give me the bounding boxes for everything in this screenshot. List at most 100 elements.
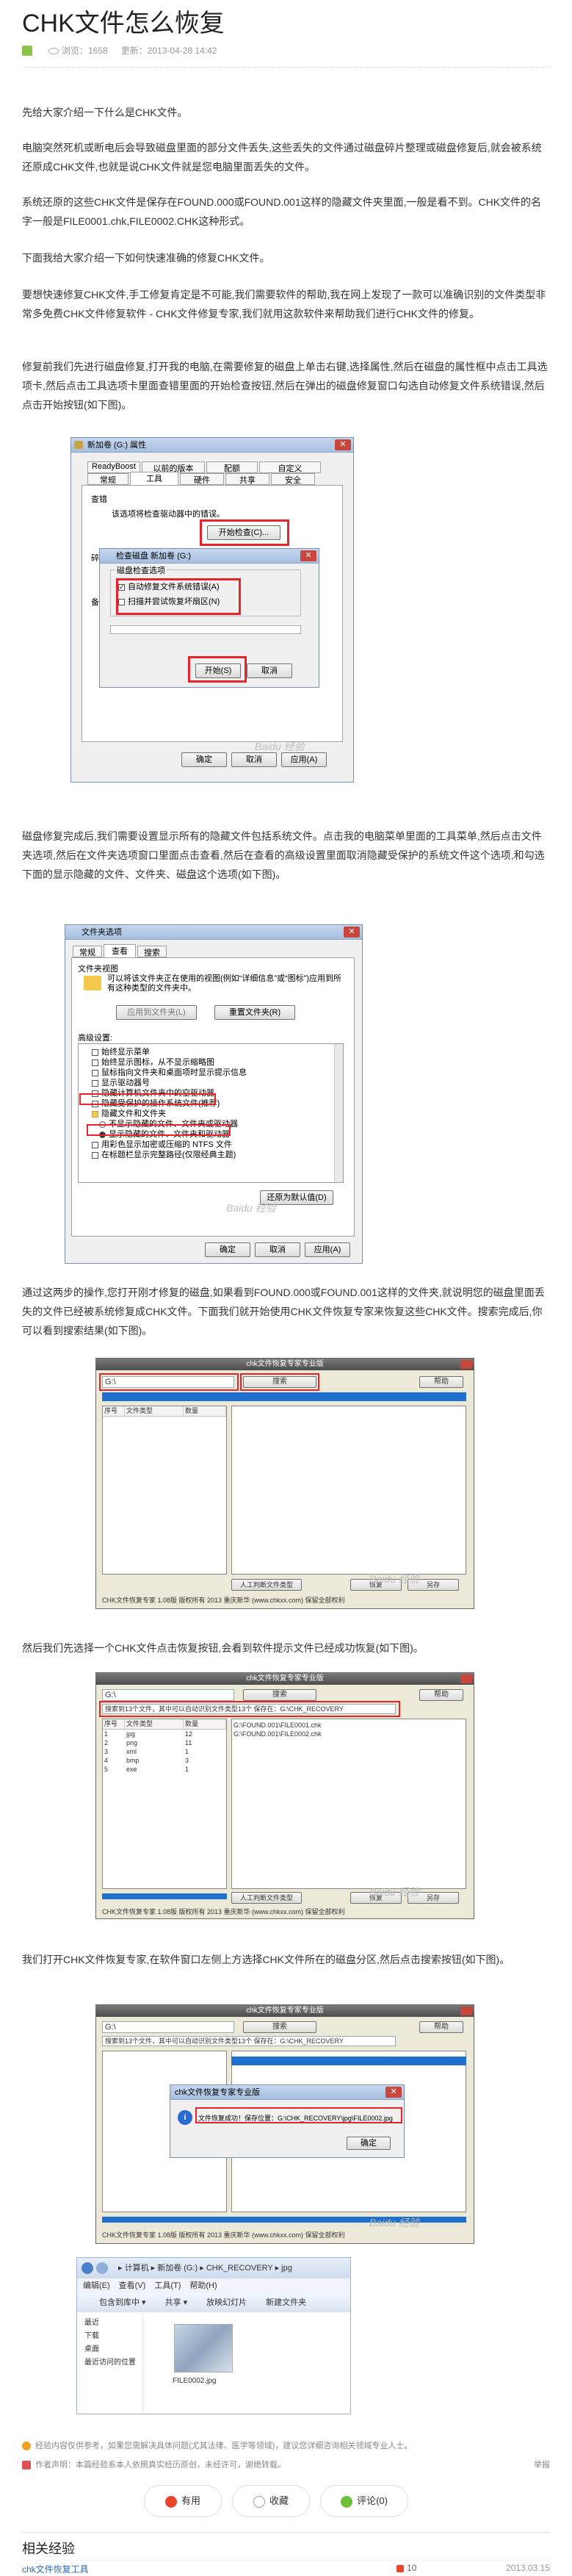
path-breadcrumb[interactable]: ▸ 计算机 ▸ 新加卷 (G:) ▸ CHK_RECOVERY ▸ jpg xyxy=(118,2264,292,2273)
nav-item[interactable]: 最近访问的位置 xyxy=(84,2356,142,2370)
drive-select[interactable]: G:\ xyxy=(102,2021,234,2033)
tab-security[interactable]: 安全 xyxy=(271,473,315,485)
table-row[interactable]: 1 jpg 12 xyxy=(103,1730,226,1738)
file-list[interactable] xyxy=(231,1406,466,1575)
table-cell: jpg xyxy=(126,1730,136,1738)
ok-button[interactable]: 确定 xyxy=(347,2137,391,2150)
setting-item[interactable]: 隐藏文件和文件夹 xyxy=(92,1109,247,1119)
file-type-table[interactable]: 序号 文件类型 数量 xyxy=(102,1406,227,1575)
tab-tools[interactable]: 工具 xyxy=(130,472,178,485)
options-highlight-box xyxy=(116,578,241,615)
table-cell: 2 xyxy=(104,1739,109,1746)
close-icon[interactable]: ✕ xyxy=(344,927,360,938)
collect-button[interactable]: 收藏 xyxy=(232,2485,310,2517)
comment-icon xyxy=(341,2495,353,2508)
chk-tool-search-screenshot: chk文件恢复专家专业版 G:\ 搜索 帮助 序号 文件类型 数量 人工判断文件类型… xyxy=(95,1358,474,1609)
tab-sharing[interactable]: 共享 xyxy=(225,473,269,485)
menu-edit[interactable]: 编辑(E) xyxy=(83,2278,110,2293)
window-titlebar: 文件夹选项 ✕ xyxy=(65,925,362,940)
cancel-button-2[interactable]: 取消 xyxy=(231,752,277,767)
setting-item[interactable]: 鼠标指向文件夹和桌面项时显示提示信息 xyxy=(92,1068,247,1078)
file-type-table[interactable]: 序号 文件类型 数量 1 jpg 12 2 png 11 3 xml 1 4 bmp 3 5 exe 1 xyxy=(102,1719,227,1889)
manual-type-button[interactable]: 人工判断文件类型 xyxy=(231,1579,302,1591)
help-button[interactable]: 帮助 xyxy=(419,1689,463,1701)
close-icon[interactable] xyxy=(460,1674,472,1683)
setting-item[interactable]: 用彩色显示加密或压缩的 NTFS 文件 xyxy=(92,1140,247,1150)
setting-item[interactable]: 在标题栏显示完整路径(仅限经典主题) xyxy=(92,1150,247,1160)
menu-view[interactable]: 查看(V) xyxy=(119,2278,146,2293)
search-button[interactable]: 搜索 xyxy=(243,1689,316,1701)
image-thumbnail[interactable] xyxy=(174,2324,233,2372)
checkbox-icon xyxy=(92,1069,98,1076)
tab-customize[interactable]: 自定义 xyxy=(259,461,321,473)
ok-button[interactable]: 确定 xyxy=(181,752,227,767)
include-in-library-button[interactable]: 包含到库中 ▾ xyxy=(99,2293,146,2312)
tab-general[interactable]: 常规 xyxy=(73,946,102,957)
search-button[interactable]: 搜索 xyxy=(243,2021,316,2033)
setting-item[interactable]: 始终显示菜单 xyxy=(92,1047,247,1057)
tab-quota[interactable]: 配额 xyxy=(206,461,258,473)
table-row[interactable]: 4 bmp 3 xyxy=(103,1756,226,1765)
report-link[interactable]: 举报 xyxy=(534,2458,550,2470)
close-icon[interactable]: ✕ xyxy=(335,439,351,450)
setting-item[interactable]: 显示驱动器号 xyxy=(92,1078,247,1088)
cancel-button[interactable]: 取消 xyxy=(255,1242,300,1257)
nav-item[interactable]: 最近 xyxy=(84,2317,142,2330)
apply-button[interactable]: 应用(A) xyxy=(281,752,327,767)
folder-views-label: 文件夹视图 xyxy=(78,965,118,974)
folder-small-icon xyxy=(92,1110,98,1118)
nav-item[interactable]: 桌面 xyxy=(84,2343,142,2356)
disk-properties-screenshot: 新加卷 (G:) 属性 ✕ ReadyBoost 以前的版本 配额 自定义 常规 … xyxy=(70,437,354,782)
author-icon xyxy=(22,2461,31,2470)
paragraph-7: 磁盘修复完成后,我们需要设置显示所有的隐藏文件包括系统文件。点击我的电脑菜单里面… xyxy=(22,830,545,880)
paragraph-1: 先给大家介绍一下什么是CHK文件。 xyxy=(22,107,188,118)
address-bar[interactable]: ▸ 计算机 ▸ 新加卷 (G:) ▸ CHK_RECOVERY ▸ jpg xyxy=(77,2258,350,2278)
tab-general[interactable]: 常规 xyxy=(87,473,128,485)
cancel-button[interactable]: 取消 xyxy=(247,663,292,678)
nav-item[interactable]: 下载 xyxy=(84,2330,142,2343)
help-button[interactable]: 帮助 xyxy=(419,2021,463,2033)
menu-bar: 编辑(E) 查看(V) 工具(T) 帮助(H) xyxy=(77,2278,350,2293)
table-row[interactable]: 2 png 11 xyxy=(103,1738,226,1747)
setting-item[interactable]: 始终显示图标，从不显示缩略图 xyxy=(92,1057,247,1068)
close-icon[interactable] xyxy=(460,1360,472,1369)
manual-type-button[interactable]: 人工判断文件类型 xyxy=(231,1892,302,1904)
selected-row[interactable] xyxy=(231,2057,466,2065)
slideshow-button[interactable]: 放映幻灯片 xyxy=(206,2293,247,2312)
list-item[interactable]: G:\FOUND.001\FILE0001.chk xyxy=(233,1721,464,1730)
table-cell: 12 xyxy=(185,1730,193,1738)
drive-select[interactable]: G:\ xyxy=(102,1689,234,1701)
help-button[interactable]: 帮助 xyxy=(419,1376,463,1388)
table-row[interactable]: 3 xml 1 xyxy=(103,1747,226,1756)
file-name[interactable]: FILE0002.jpg xyxy=(173,2377,217,2385)
menu-help[interactable]: 帮助(H) xyxy=(189,2278,217,2293)
apply-to-folders-button[interactable]: 应用到文件夹(L) xyxy=(116,1005,197,1020)
comment-button[interactable]: 评论(0) xyxy=(320,2485,408,2517)
paragraph-4: 下面我给大家介绍一下如何快速准确的修复CHK文件。 xyxy=(22,252,270,264)
tab-search[interactable]: 搜索 xyxy=(137,946,167,957)
table-row[interactable]: 5 exe 1 xyxy=(103,1765,226,1774)
ok-button[interactable]: 确定 xyxy=(205,1242,250,1257)
settings-scrollbar[interactable] xyxy=(334,1044,343,1182)
related-link[interactable]: chk文件恢复工具 xyxy=(22,2563,89,2575)
file-list[interactable]: G:\FOUND.001\FILE0001.chk G:\FOUND.001\F… xyxy=(231,1719,466,1889)
paragraph-10: 我们打开CHK文件恢复专家,在软件窗口左侧上方选择CHK文件所在的磁盘分区,然后… xyxy=(22,1954,510,1965)
baidu-watermark: Baidu 经验 xyxy=(226,1202,276,1214)
apply-button[interactable]: 应用(A) xyxy=(305,1242,350,1257)
close-icon[interactable] xyxy=(460,2007,472,2015)
share-button[interactable]: 共享 ▾ xyxy=(165,2293,188,2312)
paragraph-3: 系统还原的这些CHK文件是保存在FOUND.000或FOUND.001这样的隐藏… xyxy=(22,196,542,227)
advanced-settings-list[interactable]: 始终显示菜单 始终显示图标，从不显示缩略图 鼠标指向文件夹和桌面项时显示提示信息… xyxy=(78,1043,344,1183)
tab-hardware[interactable]: 硬件 xyxy=(180,473,224,485)
reset-folders-button[interactable]: 重置文件夹(R) xyxy=(214,1005,295,1020)
list-item[interactable]: G:\FOUND.001\FILE0002.chk xyxy=(233,1730,464,1738)
back-icon[interactable] xyxy=(82,2262,93,2274)
new-folder-button[interactable]: 新建文件夹 xyxy=(266,2293,306,2312)
close-icon[interactable]: ✕ xyxy=(385,2087,402,2098)
useful-button[interactable]: 有用 xyxy=(144,2485,222,2517)
close-icon[interactable]: ✕ xyxy=(300,550,316,561)
menu-tools[interactable]: 工具(T) xyxy=(154,2278,181,2293)
tab-view[interactable]: 查看 xyxy=(104,944,136,957)
check-disk-titlebar: 检查磁盘 新加卷 (G:) ✕ xyxy=(100,549,319,564)
forward-icon[interactable] xyxy=(96,2262,108,2274)
